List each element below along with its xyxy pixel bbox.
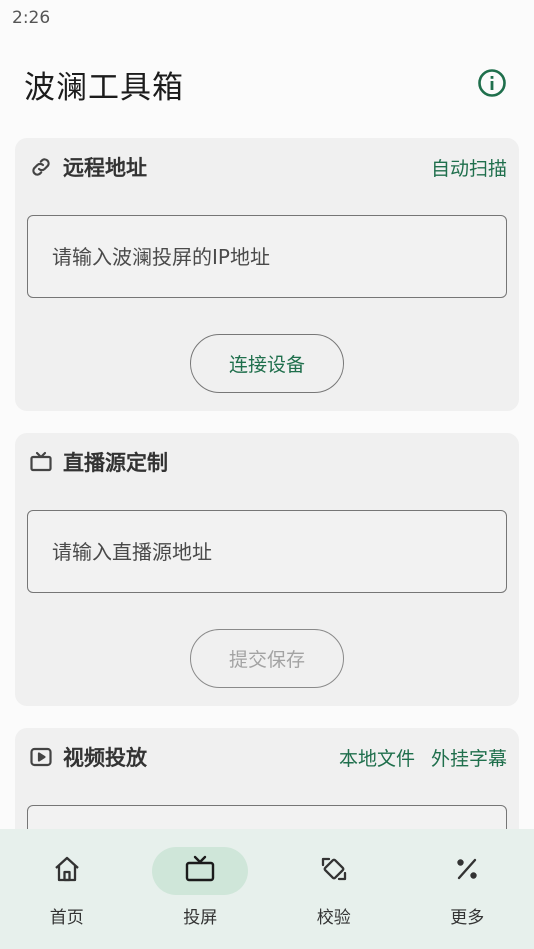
video-cast-title: 视频投放 xyxy=(63,746,147,770)
nav-item-home[interactable]: 首页 xyxy=(0,829,134,949)
status-time: 2:26 xyxy=(12,8,51,28)
percent-icon xyxy=(452,854,482,888)
video-cast-header: 视频投放 本地文件 外挂字幕 xyxy=(29,742,507,772)
submit-save-button[interactable]: 提交保存 xyxy=(190,629,344,688)
local-file-link[interactable]: 本地文件 xyxy=(339,744,415,771)
ip-address-field-box xyxy=(27,215,507,298)
tv-icon xyxy=(29,450,53,474)
nav-label-verify: 校验 xyxy=(316,908,351,928)
live-source-title: 直播源定制 xyxy=(63,451,168,475)
connect-device-button[interactable]: 连接设备 xyxy=(190,334,344,393)
live-source-field-box xyxy=(27,510,507,593)
live-source-card: 直播源定制 提交保存 xyxy=(15,433,519,706)
nav-label-home: 首页 xyxy=(49,908,84,928)
nav-item-cast[interactable]: 投屏 xyxy=(134,829,268,949)
nav-label-more: 更多 xyxy=(450,908,485,928)
play-icon xyxy=(29,745,53,769)
live-source-input[interactable] xyxy=(52,539,506,564)
link-icon xyxy=(29,155,53,179)
remote-address-title: 远程地址 xyxy=(63,156,147,180)
home-icon xyxy=(52,854,82,888)
remote-address-card: 远程地址 自动扫描 连接设备 xyxy=(15,138,519,411)
nav-item-verify[interactable]: 校验 xyxy=(267,829,401,949)
bottom-navigation: 首页 投屏 校验 更多 xyxy=(0,829,534,949)
remote-address-header: 远程地址 自动扫描 xyxy=(29,152,507,182)
verify-icon xyxy=(318,853,350,889)
auto-scan-link[interactable]: 自动扫描 xyxy=(431,154,507,181)
nav-label-cast: 投屏 xyxy=(183,908,218,928)
external-subtitle-link[interactable]: 外挂字幕 xyxy=(431,744,507,771)
page-title: 波澜工具箱 xyxy=(24,70,184,106)
nav-item-more[interactable]: 更多 xyxy=(401,829,534,949)
tv-icon xyxy=(184,854,216,888)
ip-address-input[interactable] xyxy=(52,244,506,269)
info-icon[interactable] xyxy=(475,66,509,100)
live-source-header: 直播源定制 xyxy=(29,447,507,477)
